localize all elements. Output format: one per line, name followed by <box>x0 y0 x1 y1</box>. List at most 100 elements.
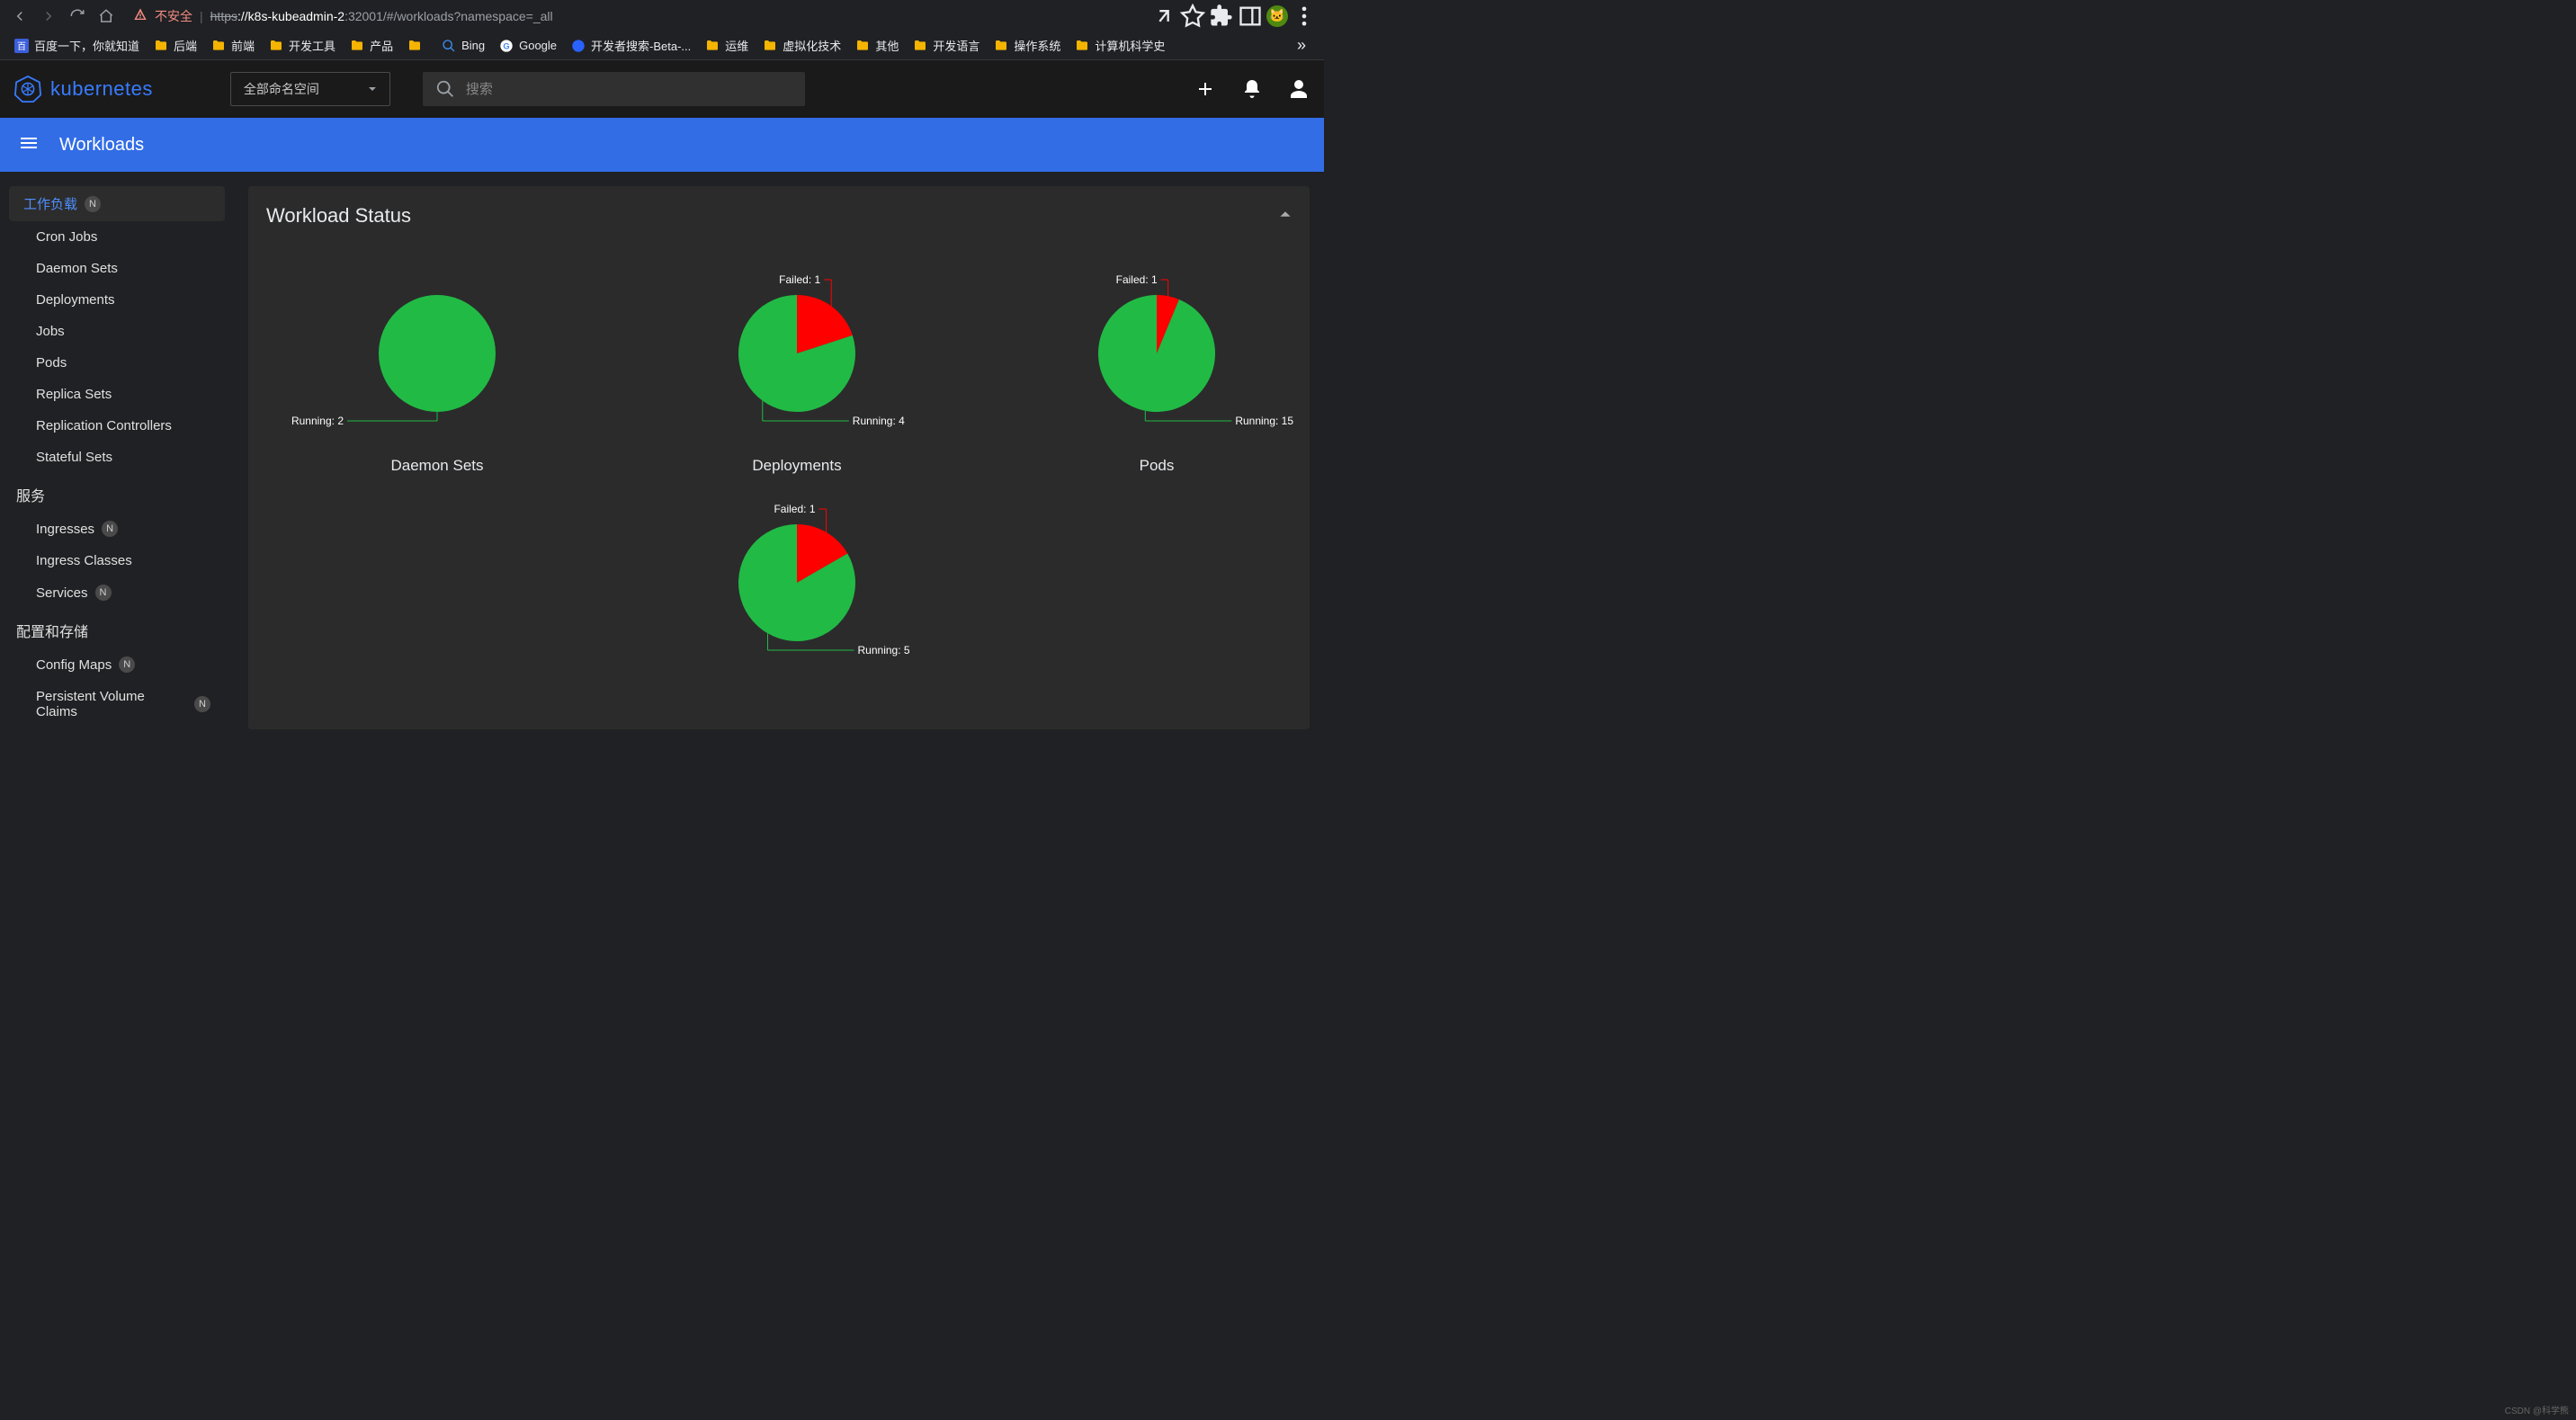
chart-title: Deployments <box>752 457 841 475</box>
sidebar-item-label: Deployments <box>36 292 115 308</box>
home-button[interactable] <box>94 4 119 29</box>
bookmark-item[interactable]: 百百度一下，你就知道 <box>9 33 145 58</box>
menu-toggle[interactable] <box>18 132 40 158</box>
sidebar-item-label: Replication Controllers <box>36 418 172 433</box>
bookmark-label: 后端 <box>174 37 197 54</box>
back-button[interactable] <box>7 4 32 29</box>
chart-title: Daemon Sets <box>391 457 484 475</box>
sidebar-item-label: 工作负载 <box>23 194 77 213</box>
bookmark-item[interactable]: 后端 <box>148 33 202 58</box>
svg-text:Failed: 1: Failed: 1 <box>1116 273 1158 286</box>
menu-icon[interactable] <box>1292 4 1317 29</box>
bookmark-item[interactable]: 前端 <box>206 33 260 58</box>
sidebar-item-label: Config Maps <box>36 657 112 673</box>
bookmark-item[interactable]: 产品 <box>344 33 398 58</box>
collapse-icon[interactable] <box>1279 208 1292 225</box>
bookmark-item[interactable]: 开发工具 <box>264 33 341 58</box>
sidebar-item[interactable]: IngressesN <box>9 513 225 545</box>
sidebar-item[interactable]: Stateful Sets <box>9 442 225 473</box>
page-title: Workloads <box>59 135 144 156</box>
title-bar: Workloads <box>0 118 1324 172</box>
sidebar-item[interactable]: Daemon Sets <box>9 253 225 284</box>
panel-icon[interactable] <box>1238 4 1263 29</box>
bookmarks-bar: 百百度一下，你就知道 后端前端开发工具 产品 BingGGoogle 开发者搜索-Bet… <box>0 31 1324 60</box>
bookmark-label: 计算机科学史 <box>1095 37 1165 54</box>
separator: | <box>200 9 203 23</box>
bookmark-item[interactable] <box>402 35 433 57</box>
charts-grid: Running: 2 Daemon Sets Failed: 1 Running: 4… <box>266 263 1292 704</box>
bookmark-item[interactable]: GGoogle <box>494 35 562 57</box>
k8s-icon <box>14 76 41 103</box>
sidebar-item[interactable]: Replica Sets <box>9 379 225 410</box>
profile-avatar[interactable]: 🐱 <box>1266 5 1288 27</box>
chart-cell: Running: 2 Daemon Sets <box>266 263 608 475</box>
bell-icon[interactable] <box>1241 78 1263 100</box>
search-box[interactable] <box>423 72 805 106</box>
bookmark-label: 开发语言 <box>933 37 979 54</box>
account-icon[interactable] <box>1288 78 1310 100</box>
bookmark-label: 操作系统 <box>1014 37 1060 54</box>
svg-text:Running: 5: Running: 5 <box>858 644 910 656</box>
bookmark-item[interactable]: Bing <box>436 35 490 57</box>
sidebar-item[interactable]: Jobs <box>9 316 225 347</box>
sidebar-item[interactable]: 工作负载N <box>9 186 225 221</box>
bookmark-item[interactable]: 开发语言 <box>908 33 985 58</box>
sidebar-item[interactable]: Cron Jobs <box>9 221 225 253</box>
sidebar-badge: N <box>194 696 210 712</box>
sidebar-item[interactable]: Persistent Volume ClaimsN <box>9 681 225 728</box>
forward-button[interactable] <box>36 4 61 29</box>
star-icon[interactable] <box>1180 4 1205 29</box>
bookmark-label: 虚拟化技术 <box>783 37 841 54</box>
sidebar-item-label: Stateful Sets <box>36 450 112 465</box>
sidebar-badge: N <box>119 656 135 673</box>
bookmark-label: 百度一下，你就知道 <box>34 37 139 54</box>
add-icon[interactable] <box>1194 78 1216 100</box>
chart-cell: Failed: 1Running: 15Pods <box>986 263 1324 475</box>
bookmarks-overflow-icon[interactable]: » <box>1288 36 1315 55</box>
sidebar-item[interactable]: Replication Controllers <box>9 410 225 442</box>
bookmark-item[interactable]: 虚拟化技术 <box>757 33 846 58</box>
sidebar-item-label: Ingress Classes <box>36 553 132 568</box>
app-header: kubernetes 全部命名空间 <box>0 60 1324 118</box>
sidebar-item[interactable]: Pods <box>9 347 225 379</box>
address-bar[interactable]: 不安全 | https://k8s-kubeadmin-2:32001/#/wo… <box>122 3 1148 30</box>
sidebar-item[interactable]: Deployments <box>9 284 225 316</box>
bookmark-item[interactable]: 开发者搜索-Beta-... <box>566 33 696 58</box>
bookmark-item[interactable]: 计算机科学史 <box>1069 33 1170 58</box>
sidebar-item[interactable]: Config Maps N <box>9 648 225 681</box>
sidebar-item[interactable]: SecretsN <box>9 728 225 731</box>
bookmark-item[interactable]: 其他 <box>850 33 904 58</box>
bookmark-label: 开发者搜索-Beta-... <box>591 37 691 54</box>
search-icon <box>435 79 455 99</box>
browser-toolbar: 不安全 | https://k8s-kubeadmin-2:32001/#/wo… <box>0 0 1324 31</box>
chevron-down-icon <box>368 85 377 94</box>
bookmark-item[interactable]: 操作系统 <box>988 33 1066 58</box>
sidebar-item[interactable]: Ingress Classes <box>9 545 225 576</box>
sidebar-item-label: Replica Sets <box>36 387 112 402</box>
sidebar-item-label: 服务 <box>16 484 45 505</box>
chart-cell: Failed: 1Running: 4Deployments <box>626 263 968 475</box>
bookmark-item[interactable]: 运维 <box>700 33 754 58</box>
insecure-icon <box>133 7 148 24</box>
chart-cell: Failed: 1Running: 5Replica Sets <box>626 493 968 704</box>
namespace-selector[interactable]: 全部命名空间 <box>230 72 390 106</box>
pie-chart: Failed: 1Running: 5 <box>626 493 968 668</box>
sidebar-section: 配置和存储 <box>9 609 225 648</box>
sidebar-item-label: Services <box>36 585 88 601</box>
reload-button[interactable] <box>65 4 90 29</box>
share-icon[interactable] <box>1151 4 1176 29</box>
extensions-icon[interactable] <box>1209 4 1234 29</box>
sidebar-item[interactable]: ServicesN <box>9 576 225 609</box>
pie-chart: Running: 2 <box>266 263 608 439</box>
namespace-selected-label: 全部命名空间 <box>244 80 319 98</box>
bookmark-label: 运维 <box>725 37 748 54</box>
search-input[interactable] <box>466 82 792 97</box>
workload-status-card: Workload Status Running: 2 Daemon Sets Fai… <box>248 186 1310 729</box>
kubernetes-logo[interactable]: kubernetes <box>14 76 153 103</box>
svg-text:Running: 4: Running: 4 <box>853 415 905 427</box>
sidebar-item-label: Ingresses <box>36 522 94 537</box>
bookmark-label: 产品 <box>370 37 393 54</box>
sidebar-item-label: Jobs <box>36 324 65 339</box>
card-title: Workload Status <box>266 204 411 228</box>
sidebar-item-label: Cron Jobs <box>36 229 97 245</box>
